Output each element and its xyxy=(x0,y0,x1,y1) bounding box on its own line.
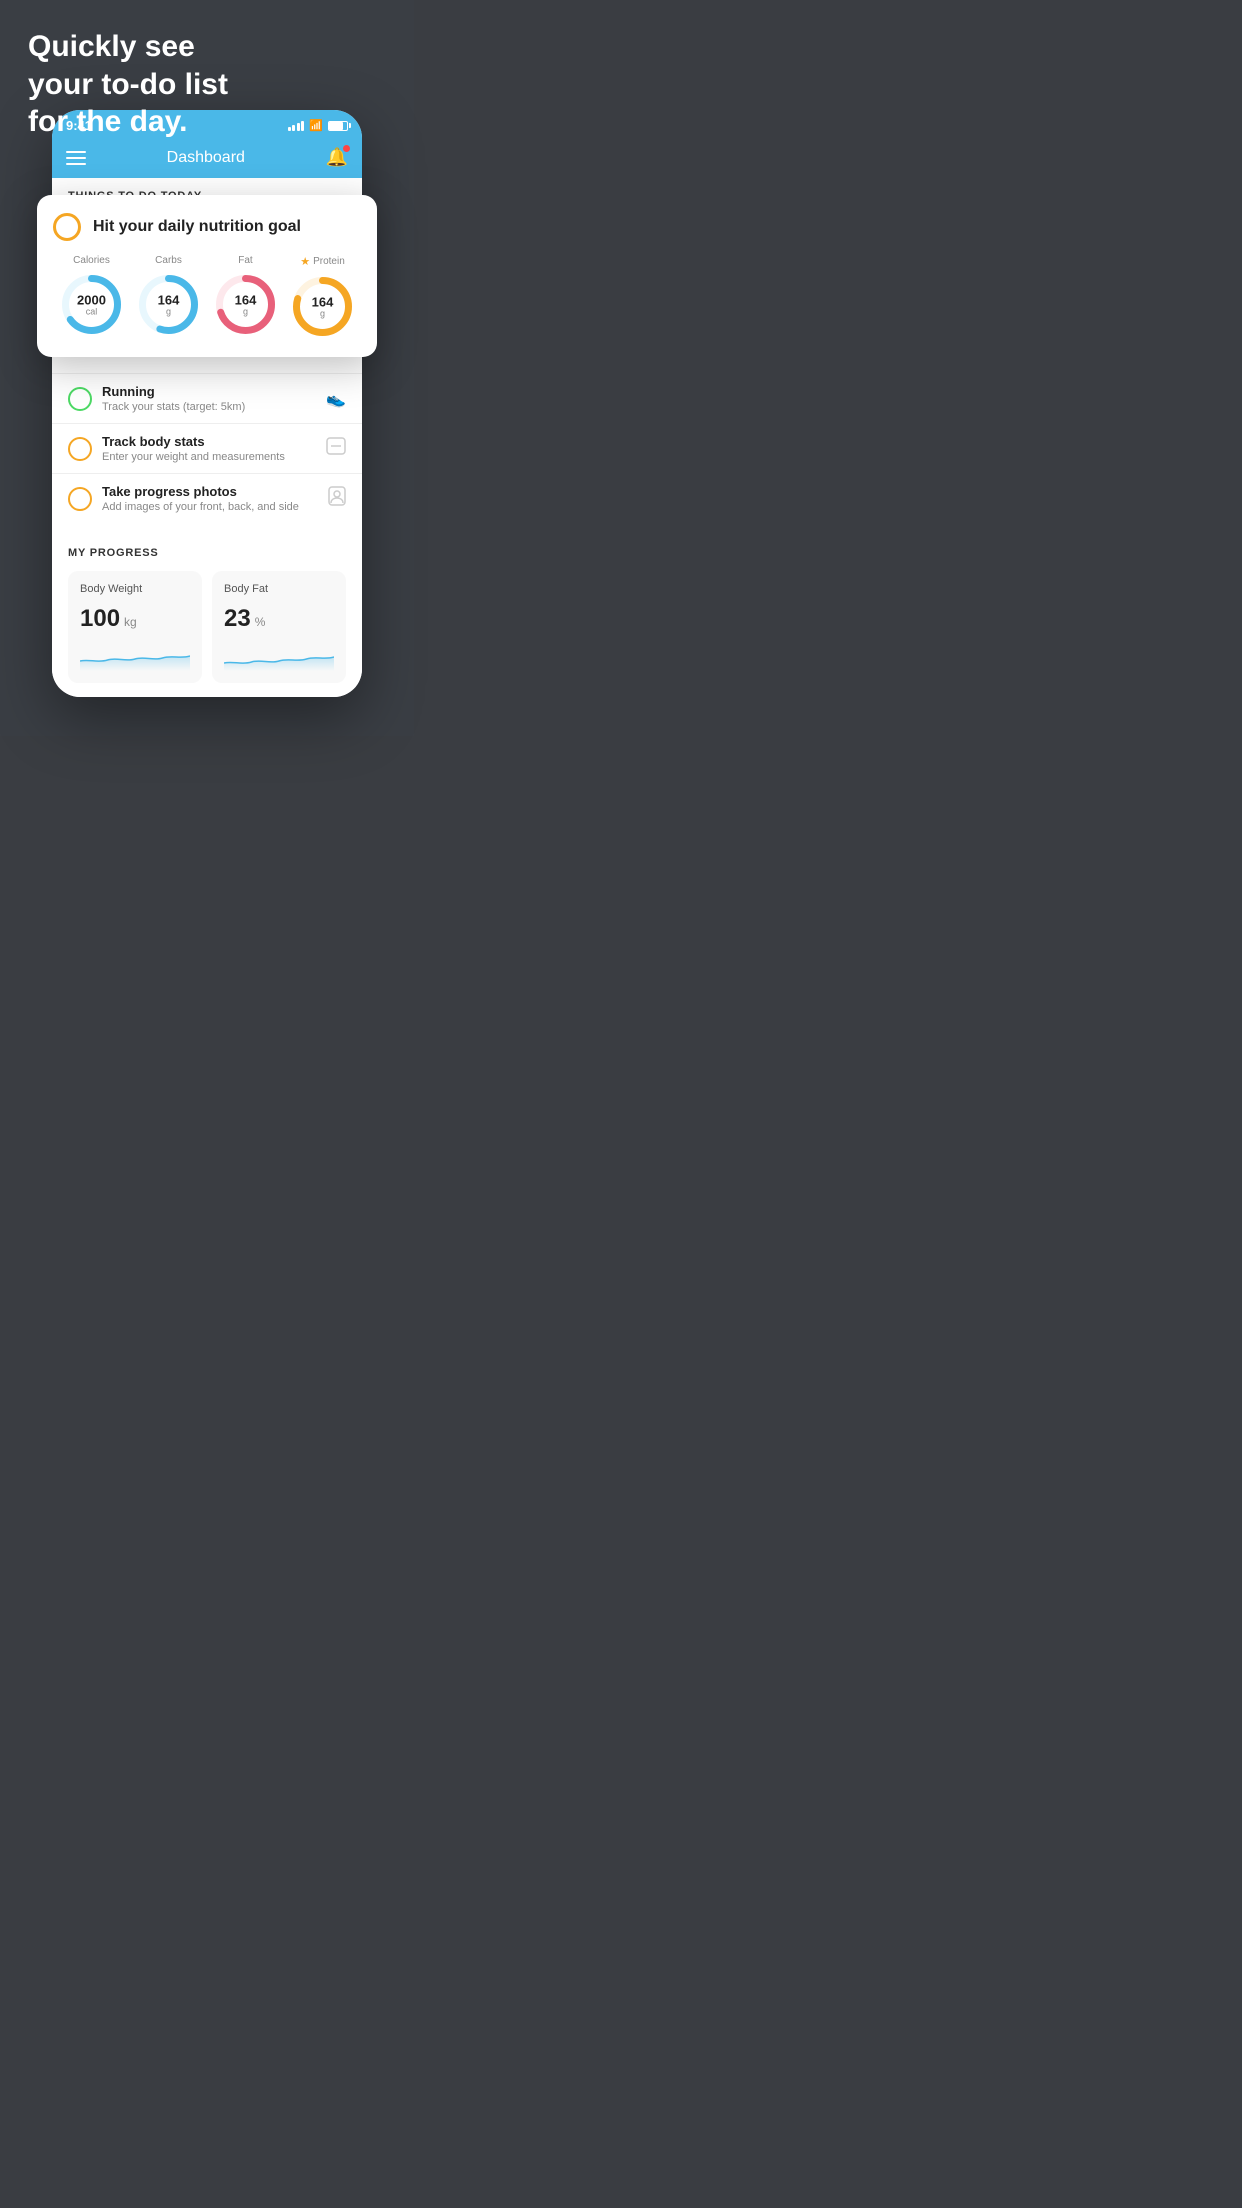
nutrition-carbs: Carbs 164 g xyxy=(136,255,201,337)
carbs-label: Carbs xyxy=(155,255,182,266)
nutrition-goal-card: Hit your daily nutrition goal Calories 2… xyxy=(37,195,377,357)
protein-donut: 164 g xyxy=(290,274,355,339)
body-weight-chart xyxy=(80,641,190,671)
progress-section: MY PROGRESS Body Weight 100 kg xyxy=(52,533,362,697)
background: Quickly see your to-do list for the day.… xyxy=(0,0,414,736)
headline-line3: for the day. xyxy=(28,103,228,141)
todo-main-body-stats: Track body stats xyxy=(102,434,316,449)
signal-icon xyxy=(288,121,305,131)
calories-value: 2000 cal xyxy=(77,293,106,316)
todo-text-body-stats: Track body stats Enter your weight and m… xyxy=(102,434,316,463)
todo-item-running[interactable]: Running Track your stats (target: 5km) 👟 xyxy=(52,373,362,423)
progress-cards: Body Weight 100 kg xyxy=(68,571,346,683)
todo-text-running: Running Track your stats (target: 5km) xyxy=(102,384,316,413)
todo-circle-body-stats xyxy=(68,437,92,461)
app-header: Dashboard 🔔 xyxy=(52,137,362,178)
nutrition-calories: Calories 2000 cal xyxy=(59,255,124,337)
nutrition-protein: ★ Protein 164 g xyxy=(290,255,355,339)
battery-icon xyxy=(328,121,348,131)
carbs-donut: 164 g xyxy=(136,272,201,337)
status-icons: 📶 xyxy=(288,119,348,132)
body-fat-value: 23 % xyxy=(224,605,334,633)
calories-donut: 2000 cal xyxy=(59,272,124,337)
headline: Quickly see your to-do list for the day. xyxy=(28,28,228,141)
todo-main-progress-photos: Take progress photos xyxy=(102,484,318,499)
fat-label: Fat xyxy=(238,255,252,266)
body-weight-value: 100 kg xyxy=(80,605,190,633)
body-fat-unit: % xyxy=(255,615,266,629)
headline-line2: your to-do list xyxy=(28,66,228,104)
todo-item-progress-photos[interactable]: Take progress photos Add images of your … xyxy=(52,473,362,523)
notification-dot xyxy=(343,145,350,152)
body-fat-number: 23 xyxy=(224,605,251,633)
wifi-icon: 📶 xyxy=(309,119,323,132)
card-header: Hit your daily nutrition goal xyxy=(53,213,361,241)
person-icon xyxy=(328,486,346,511)
hamburger-line xyxy=(66,157,86,159)
goal-circle-check xyxy=(53,213,81,241)
body-fat-chart xyxy=(224,641,334,671)
hamburger-menu-button[interactable] xyxy=(66,151,86,165)
carbs-value: 164 g xyxy=(158,293,180,316)
hamburger-line xyxy=(66,151,86,153)
header-title: Dashboard xyxy=(167,149,245,167)
star-icon: ★ xyxy=(300,255,310,268)
nutrition-fat: Fat 164 g xyxy=(213,255,278,337)
todo-text-progress-photos: Take progress photos Add images of your … xyxy=(102,484,318,513)
body-fat-card[interactable]: Body Fat 23 % xyxy=(212,571,346,683)
calories-label: Calories xyxy=(73,255,110,266)
todo-sub-running: Track your stats (target: 5km) xyxy=(102,401,316,413)
todo-sub-progress-photos: Add images of your front, back, and side xyxy=(102,501,318,513)
headline-line1: Quickly see xyxy=(28,28,228,66)
todo-circle-progress-photos xyxy=(68,487,92,511)
todo-sub-body-stats: Enter your weight and measurements xyxy=(102,451,316,463)
protein-value: 164 g xyxy=(312,295,334,318)
todo-main-running: Running xyxy=(102,384,316,399)
todo-circle-running xyxy=(68,387,92,411)
notification-bell-button[interactable]: 🔔 xyxy=(326,147,348,168)
todo-item-body-stats[interactable]: Track body stats Enter your weight and m… xyxy=(52,423,362,473)
body-fat-label: Body Fat xyxy=(224,583,334,595)
fat-value: 164 g xyxy=(235,293,257,316)
scale-icon xyxy=(326,437,346,460)
progress-title: MY PROGRESS xyxy=(68,547,346,559)
nutrition-row: Calories 2000 cal Carbs xyxy=(53,255,361,339)
body-weight-number: 100 xyxy=(80,605,120,633)
fat-donut: 164 g xyxy=(213,272,278,337)
todo-list: Running Track your stats (target: 5km) 👟… xyxy=(52,373,362,523)
running-icon: 👟 xyxy=(326,389,346,409)
hamburger-line xyxy=(66,163,86,165)
body-weight-label: Body Weight xyxy=(80,583,190,595)
body-weight-unit: kg xyxy=(124,615,137,629)
card-title: Hit your daily nutrition goal xyxy=(93,218,301,236)
body-weight-card[interactable]: Body Weight 100 kg xyxy=(68,571,202,683)
protein-label: ★ Protein xyxy=(300,255,345,268)
